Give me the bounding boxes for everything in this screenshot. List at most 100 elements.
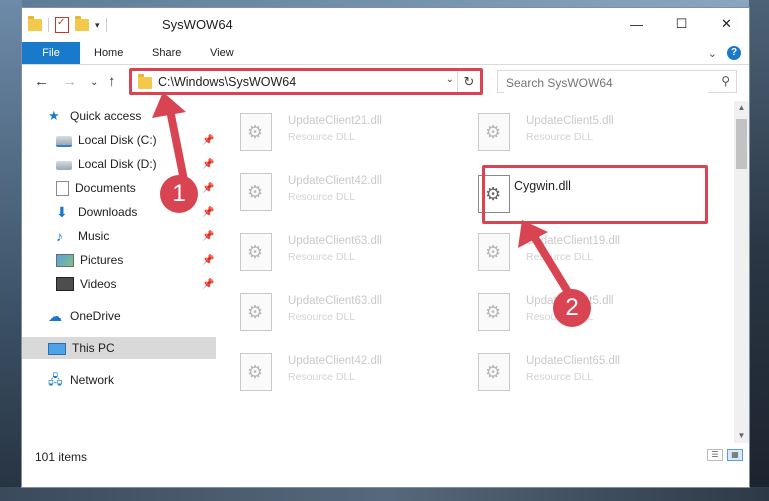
dll-file-icon	[478, 233, 510, 271]
file-name: UpdateClient65.dll	[526, 355, 620, 367]
search-input[interactable]	[504, 72, 708, 93]
sidebar-item-label: Local Disk (C:)	[78, 133, 157, 147]
title-bar: ▾ SysWOW64 — ☐ ✕	[22, 8, 749, 42]
pin-icon: 📌	[202, 230, 215, 242]
sidebar-item-label: Network	[70, 373, 115, 387]
up-button[interactable]: ↑	[108, 73, 116, 90]
sidebar-item-local-disk-c[interactable]: Local Disk (C:) 📌	[22, 129, 216, 151]
file-type: Resource DLL	[526, 371, 594, 383]
file-type: Resource DLL	[288, 191, 356, 203]
file-list: UpdateClient21.dll Resource DLL UpdateCl…	[218, 101, 734, 443]
properties-icon[interactable]	[55, 17, 69, 33]
step-badge-2: 2	[553, 289, 591, 327]
ribbon-controls: ⌄ ?	[708, 46, 741, 60]
file-name: UpdateClient63.dll	[288, 235, 382, 247]
pin-icon: 📌	[202, 254, 215, 266]
sidebar-item-onedrive[interactable]: ☁ OneDrive	[22, 305, 216, 327]
sidebar-item-pictures[interactable]: Pictures 📌	[22, 249, 216, 271]
customize-toolbar-dropdown[interactable]: ▾	[95, 20, 100, 31]
dll-file-icon	[240, 173, 272, 211]
tab-file[interactable]: File	[22, 42, 80, 64]
documents-icon	[56, 180, 69, 196]
music-icon: ♪	[56, 228, 63, 244]
file-type: Resource DLL	[526, 251, 594, 263]
tab-home[interactable]: Home	[80, 42, 137, 64]
status-bar: 101 items ☰ ▦	[22, 445, 749, 487]
computer-icon	[48, 342, 66, 355]
file-item[interactable]: UpdateClient5.dll Resource DLL	[456, 111, 656, 161]
quick-access-toolbar: ▾	[28, 16, 107, 33]
scrollbar-thumb[interactable]	[736, 119, 747, 169]
folder-icon	[28, 16, 42, 31]
pin-icon: 📌	[202, 134, 215, 146]
recent-locations-dropdown[interactable]: ⌄	[90, 77, 98, 88]
file-type: Resource DLL	[288, 371, 356, 383]
dll-file-icon	[478, 293, 510, 331]
forward-button[interactable]: →	[62, 73, 77, 90]
file-item[interactable]: UpdateClient63.dll Resource DLL	[218, 291, 418, 341]
help-icon[interactable]: ?	[727, 46, 741, 60]
file-item[interactable]: UpdateClient65.dll Resource DLL	[456, 351, 656, 401]
dll-file-icon	[478, 113, 510, 151]
network-icon: 🖧	[48, 372, 63, 387]
item-count: 101 items	[35, 450, 88, 464]
sidebar-item-label: Pictures	[80, 253, 124, 267]
sidebar-item-label: Quick access	[70, 109, 142, 123]
sidebar-item-label: Videos	[80, 277, 117, 291]
minimize-button[interactable]: —	[614, 8, 659, 40]
file-item[interactable]: UpdateClient42.dll Resource DLL	[218, 171, 418, 221]
window-controls: — ☐ ✕	[614, 8, 749, 40]
file-name: UpdateClient42.dll	[288, 175, 382, 187]
drive-icon	[56, 136, 72, 147]
file-highlight-box	[482, 165, 708, 224]
pictures-icon	[56, 253, 74, 267]
sidebar-item-quick-access[interactable]: ★ Quick access	[22, 105, 216, 127]
sidebar-item-label: This PC	[72, 341, 115, 355]
sidebar-item-label: Music	[78, 229, 110, 243]
search-icon[interactable]: ⚲	[721, 74, 730, 88]
file-name: UpdateClient42.dll	[288, 355, 382, 367]
dll-file-icon	[478, 353, 510, 391]
desktop-background-left	[0, 0, 22, 501]
sidebar-item-label: OneDrive	[70, 309, 121, 323]
dll-file-icon	[240, 353, 272, 391]
details-view-button[interactable]: ☰	[707, 449, 723, 461]
file-item[interactable]: UpdateClient19.dll Resource DLL	[456, 231, 656, 281]
sidebar-item-network[interactable]: 🖧 Network	[22, 369, 216, 391]
pin-icon: 📌	[202, 158, 215, 170]
dll-file-icon	[240, 293, 272, 331]
scroll-down-button[interactable]: ▼	[734, 429, 749, 443]
file-name: UpdateClient5.dll	[526, 115, 614, 127]
vertical-scrollbar[interactable]: ▲ ▼	[734, 101, 749, 443]
new-folder-icon[interactable]	[75, 16, 89, 31]
scroll-up-button[interactable]: ▲	[734, 101, 749, 115]
tab-share[interactable]: Share	[138, 42, 195, 64]
sidebar-item-label: Local Disk (D:)	[78, 157, 157, 171]
navigation-bar: ← → ⌄ ↑ C:\Windows\SysWOW64 ⌄ ↻ ⚲	[22, 65, 749, 99]
sidebar-item-this-pc[interactable]: This PC	[22, 337, 216, 359]
back-button[interactable]: ←	[34, 73, 49, 90]
large-icons-view-button[interactable]: ▦	[727, 449, 743, 461]
file-item[interactable]: UpdateClient21.dll Resource DLL	[218, 111, 418, 161]
maximize-button[interactable]: ☐	[659, 8, 704, 40]
tab-view[interactable]: View	[196, 42, 248, 64]
expand-ribbon-icon[interactable]: ⌄	[708, 47, 717, 60]
videos-icon	[56, 277, 74, 291]
view-toggle: ☰ ▦	[707, 449, 743, 461]
drive-icon	[56, 161, 72, 170]
close-button[interactable]: ✕	[704, 8, 749, 40]
sidebar-item-local-disk-d[interactable]: Local Disk (D:) 📌	[22, 153, 216, 175]
sidebar-item-videos[interactable]: Videos 📌	[22, 273, 216, 295]
navigation-pane: ★ Quick access Local Disk (C:) 📌 Local D…	[22, 101, 216, 443]
address-highlight-box	[129, 68, 483, 95]
file-name: UpdateClient63.dll	[288, 295, 382, 307]
file-item[interactable]: UpdateClient63.dll Resource DLL	[218, 231, 418, 281]
pin-icon: 📌	[202, 278, 215, 290]
sidebar-item-music[interactable]: ♪ Music 📌	[22, 225, 216, 247]
file-item[interactable]: UpdateClient42.dll Resource DLL	[218, 351, 418, 401]
search-box[interactable]: ⚲	[497, 70, 737, 93]
sidebar-item-label: Documents	[75, 181, 136, 195]
file-name: UpdateClient19.dll	[526, 235, 620, 247]
ribbon-tabs: File Home Share View ⌄ ?	[22, 42, 749, 65]
desktop-background-right	[749, 0, 769, 501]
